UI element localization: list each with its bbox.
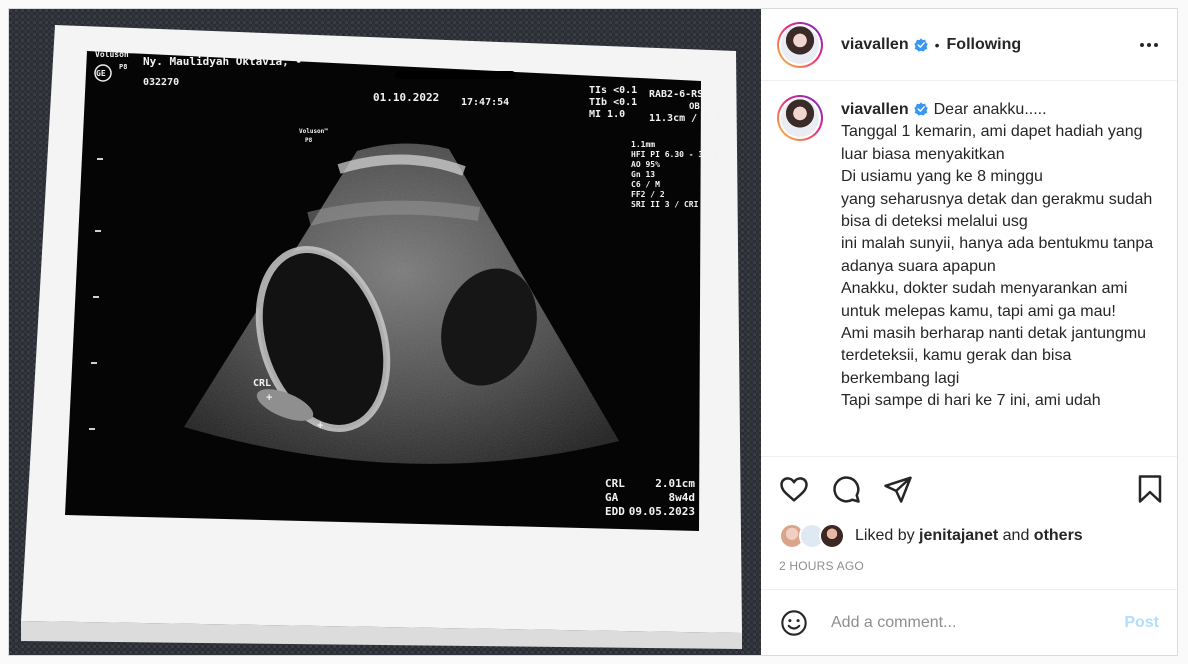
tis-value: TIs <0.1: [589, 85, 637, 96]
author-avatar[interactable]: [777, 21, 823, 68]
scan-date: 01.10.2022: [373, 91, 439, 104]
measurement-label: CRL: [605, 477, 625, 490]
ultrasound-photo: CRL + + Voluson™ P8 GE Ny. Maulidyah Okt…: [9, 9, 761, 655]
liker-avatar: [819, 523, 845, 549]
comment-icon[interactable]: [831, 474, 861, 504]
post-comment-button[interactable]: Post: [1124, 614, 1159, 632]
post-header: viavallen • Following: [761, 9, 1177, 81]
measurement-label: EDD: [605, 505, 625, 518]
brand-mid-label: Voluson™: [299, 128, 328, 135]
measurement-label: GA: [605, 491, 619, 504]
scan-parameter: C6 / M: [631, 180, 660, 189]
liker-avatars[interactable]: [779, 523, 845, 549]
svg-text:+: +: [317, 420, 323, 432]
brand-mid-sub: P8: [305, 137, 313, 144]
scan-parameter: HFI PI 6.30 - 3.20: [631, 150, 718, 159]
post-side-panel: viavallen • Following viavallen Dear anak…: [761, 9, 1177, 655]
scan-parameter: AO 95%: [631, 160, 660, 169]
likes-prefix: Liked by: [855, 527, 915, 544]
heart-icon[interactable]: [779, 474, 809, 504]
post-image[interactable]: CRL + + Voluson™ P8 GE Ny. Maulidyah Okt…: [9, 9, 761, 655]
depth-value: 11.3cm / 1.2: [649, 113, 721, 124]
more-options-icon[interactable]: [1137, 33, 1161, 57]
likes-summary: Liked by jenitajanet and others: [761, 521, 1177, 551]
avatar-inner: [779, 97, 821, 139]
verified-badge-icon: [913, 37, 928, 52]
action-bar: [761, 457, 1177, 521]
probe-ob: OB: [689, 102, 700, 112]
avatar-image: [781, 99, 819, 137]
measurement-value: 8w4d: [669, 491, 696, 504]
scan-parameter: SRI II 3 / CRI: [631, 200, 699, 209]
paper-plane-icon[interactable]: [883, 474, 913, 504]
svg-text:+: +: [266, 392, 272, 404]
caption: viavallen Dear anakku..... Tanggal 1 kema…: [841, 99, 1161, 456]
measurement-value: 2.01cm: [655, 477, 695, 490]
post-timestamp[interactable]: 2 HOURS AGO: [761, 551, 1177, 589]
likes-others-link[interactable]: others: [1034, 527, 1083, 545]
instagram-post: CRL + + Voluson™ P8 GE Ny. Maulidyah Okt…: [8, 8, 1178, 656]
avatar-image: [781, 25, 819, 64]
caption-area: viavallen Dear anakku..... Tanggal 1 kema…: [761, 81, 1177, 457]
liker-username[interactable]: jenitajanet: [919, 527, 998, 545]
probe-label: RAB2-6-RS: [649, 89, 703, 100]
likes-joiner: and: [1002, 527, 1030, 544]
ge-logo: GE: [96, 69, 106, 78]
patient-name: Ny. Maulidyah Oktavia, •: [143, 55, 302, 68]
avatar-inner: [779, 23, 821, 66]
bookmark-icon[interactable]: [1135, 474, 1165, 504]
verified-badge-icon: [913, 102, 928, 116]
emoji-icon[interactable]: [779, 608, 809, 638]
scan-parameter: FF2 / 2: [631, 190, 665, 199]
mi-value: MI 1.0: [589, 109, 625, 120]
comment-box: Post: [761, 589, 1177, 655]
author-username[interactable]: viavallen: [841, 36, 909, 54]
following-button[interactable]: Following: [947, 36, 1022, 54]
scan-parameter: 1.1mm: [631, 140, 655, 149]
brand-label: Voluson™: [95, 50, 134, 59]
scan-parameter: Gn 13: [631, 170, 655, 179]
patient-id: 032270: [143, 77, 179, 88]
crl-marker: CRL: [253, 378, 271, 389]
scan-time: 17:47:54: [461, 97, 509, 108]
comment-input[interactable]: [829, 612, 1105, 633]
tib-value: TIb <0.1: [589, 97, 637, 108]
brand-sub-label: P8: [119, 63, 127, 71]
separator-dot: •: [934, 36, 940, 53]
measurement-value: 09.05.2023: [629, 505, 695, 518]
caption-text: Dear anakku..... Tanggal 1 kemarin, ami …: [841, 101, 1154, 410]
caption-username[interactable]: viavallen: [841, 101, 909, 118]
caption-author-avatar[interactable]: [777, 95, 823, 141]
